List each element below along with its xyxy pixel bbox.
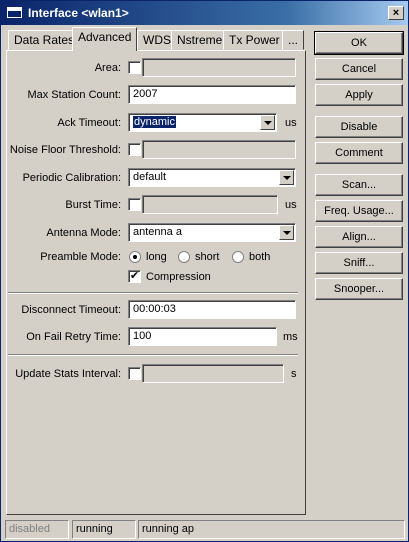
noise-floor-threshold-field[interactable] <box>142 140 296 159</box>
max-station-count-label: Max Station Count: <box>27 89 121 101</box>
sniff-button[interactable]: Sniff... <box>315 252 403 274</box>
tab-more[interactable]: ... <box>282 30 305 50</box>
disconnect-timeout-label: Disconnect Timeout: <box>21 304 121 316</box>
ack-timeout-select[interactable]: dynamic <box>128 113 277 132</box>
on-fail-retry-time-label: On Fail Retry Time: <box>26 331 121 343</box>
ok-button[interactable]: OK <box>314 31 404 55</box>
chevron-down-icon[interactable] <box>260 115 275 130</box>
burst-time-label: Burst Time: <box>65 199 121 211</box>
align-button[interactable]: Align... <box>315 226 403 248</box>
periodic-calibration-select[interactable]: default <box>128 168 296 187</box>
apply-button[interactable]: Apply <box>315 84 403 106</box>
compression-label: Compression <box>146 271 211 283</box>
compression-checkbox[interactable]: ✔ <box>128 270 141 283</box>
scan-button[interactable]: Scan... <box>315 174 403 196</box>
comment-button[interactable]: Comment <box>315 142 403 164</box>
preamble-short-label: short <box>195 251 220 263</box>
on-fail-retry-time-input[interactable]: 100 <box>128 327 277 346</box>
chevron-down-icon[interactable] <box>279 170 294 185</box>
chevron-down-icon[interactable] <box>279 225 294 240</box>
antenna-mode-select[interactable]: antenna a <box>128 223 296 242</box>
update-stats-interval-checkbox[interactable] <box>128 367 141 380</box>
preamble-long-label: long <box>146 251 167 263</box>
on-fail-retry-time-unit: ms <box>283 331 298 343</box>
update-stats-interval-label: Update Stats Interval: <box>15 368 121 380</box>
status-enabled: disabled <box>5 520 69 539</box>
preamble-both-radio[interactable] <box>232 251 244 263</box>
noise-floor-threshold-label: Noise Floor Threshold: <box>9 144 121 156</box>
tab-tx-power[interactable]: Tx Power <box>223 30 286 50</box>
preamble-short-radio[interactable] <box>178 251 190 263</box>
area-checkbox[interactable] <box>128 61 141 74</box>
burst-time-field[interactable] <box>142 195 278 214</box>
status-mode: running ap <box>138 520 405 539</box>
area-label: Area: <box>94 62 121 74</box>
divider <box>8 354 298 356</box>
preamble-long-radio[interactable] <box>129 251 141 263</box>
close-button[interactable]: × <box>388 6 404 20</box>
divider <box>8 292 298 294</box>
preamble-mode-label: Preamble Mode: <box>40 251 121 263</box>
window-icon <box>7 7 22 18</box>
area-field[interactable] <box>142 58 296 77</box>
tab-advanced[interactable]: Advanced <box>72 27 138 51</box>
tab-nstreme[interactable]: Nstreme <box>171 30 229 50</box>
update-stats-interval-field[interactable] <box>142 364 284 383</box>
disconnect-timeout-input[interactable]: 00:00:03 <box>128 300 296 319</box>
burst-time-unit: us <box>285 199 297 211</box>
window-title: Interface <wlan1> <box>28 6 129 20</box>
snooper-button[interactable]: Snooper... <box>315 278 403 300</box>
periodic-calibration-value: default <box>133 171 167 183</box>
title-bar[interactable]: Interface <wlan1> × <box>1 1 408 25</box>
cancel-button[interactable]: Cancel <box>315 58 403 80</box>
ack-timeout-label: Ack Timeout: <box>57 117 121 129</box>
ack-timeout-value: dynamic <box>133 116 176 128</box>
antenna-mode-label: Antenna Mode: <box>46 227 121 239</box>
preamble-both-label: both <box>249 251 271 263</box>
antenna-mode-value: antenna a <box>133 226 182 238</box>
freq-usage-button[interactable]: Freq. Usage... <box>315 200 403 222</box>
burst-time-checkbox[interactable] <box>128 198 141 211</box>
ack-timeout-unit: us <box>285 117 297 129</box>
disable-button[interactable]: Disable <box>315 116 403 138</box>
interface-window: Interface <wlan1> × Data Rates Advanced … <box>0 0 409 542</box>
periodic-calibration-label: Periodic Calibration: <box>22 172 121 184</box>
status-running: running <box>72 520 136 539</box>
noise-floor-threshold-checkbox[interactable] <box>128 143 141 156</box>
max-station-count-input[interactable]: 2007 <box>128 85 296 104</box>
update-stats-interval-unit: s <box>291 368 297 380</box>
tab-data-rates[interactable]: Data Rates <box>8 30 81 50</box>
